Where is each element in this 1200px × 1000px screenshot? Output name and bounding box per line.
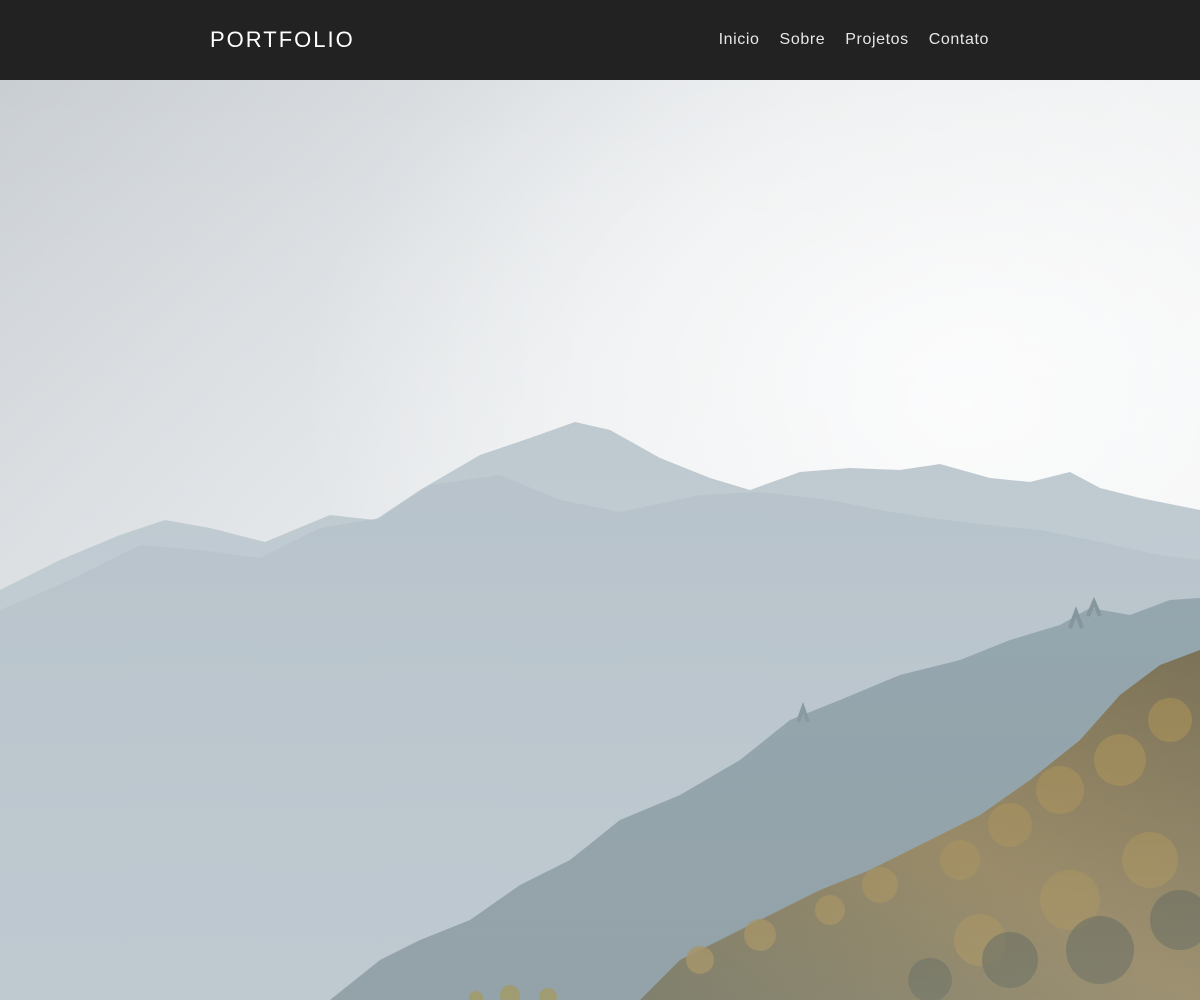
navbar: PORTFOLIO Inicio Sobre Projetos Contato (0, 0, 1200, 80)
nav-link-contato[interactable]: Contato (929, 30, 989, 50)
brand-logo[interactable]: PORTFOLIO (210, 26, 355, 54)
nav-link-inicio[interactable]: Inicio (719, 30, 760, 50)
hero-mountain-image (0, 80, 1200, 1000)
nav-menu: Inicio Sobre Projetos Contato (719, 30, 989, 50)
nav-link-projetos[interactable]: Projetos (845, 30, 909, 50)
nav-link-sobre[interactable]: Sobre (780, 30, 826, 50)
hero-section (0, 80, 1200, 1000)
